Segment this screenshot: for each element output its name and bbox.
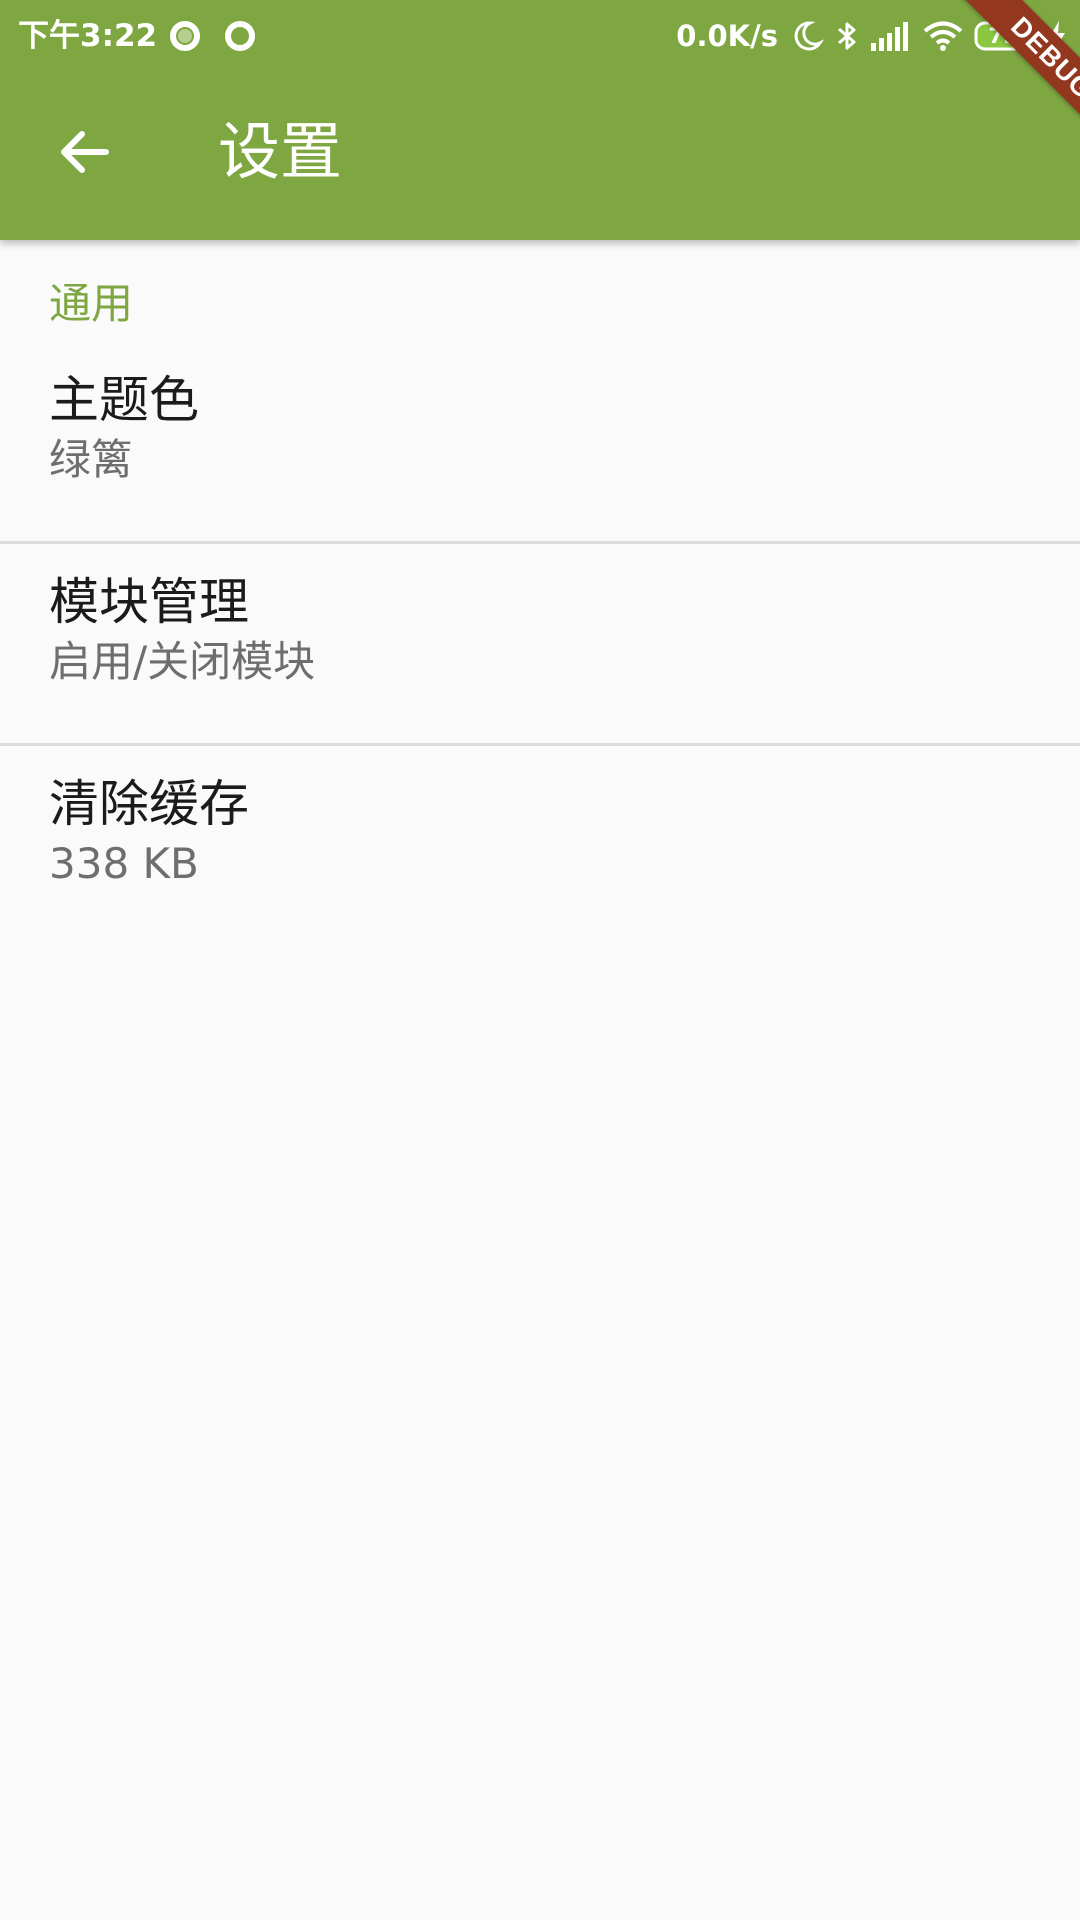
arrow-back-icon [61, 131, 109, 173]
setting-subtitle: 338 KB [49, 839, 199, 888]
setting-title: 清除缓存 [49, 775, 249, 833]
setting-subtitle: 绿篱 [49, 435, 134, 484]
settings-screen: 下午3:22 0.0K/s 设置 DEBUG 通用 主题色 绿篱 模块管理 启用… [0, 0, 1080, 1920]
network-speed: 0.0K/s [676, 19, 778, 53]
status-time: 下午3:22 [18, 18, 158, 54]
setting-clear-cache[interactable]: 清除缓存 338 KB [0, 746, 1080, 945]
notification-circle-icon [225, 21, 255, 51]
setting-theme-color[interactable]: 主题色 绿篱 [0, 344, 1080, 541]
setting-module-management[interactable]: 模块管理 启用/关闭模块 [0, 544, 1080, 743]
setting-title: 主题色 [49, 371, 199, 429]
bluetooth-icon [838, 22, 856, 50]
debug-label: DEBUG [945, 0, 1080, 165]
setting-subtitle: 启用/关闭模块 [49, 637, 316, 686]
section-header-general: 通用 [49, 279, 134, 328]
setting-title: 模块管理 [49, 573, 249, 631]
cellular-signal-icon [871, 22, 908, 51]
settings-list: 通用 主题色 绿篱 模块管理 启用/关闭模块 清除缓存 338 KB [0, 240, 1080, 945]
back-button[interactable] [44, 112, 124, 192]
debug-banner: DEBUG [910, 0, 1080, 170]
page-title: 设置 [218, 115, 343, 188]
notification-circle-icon [170, 21, 200, 51]
moon-icon [794, 21, 824, 51]
